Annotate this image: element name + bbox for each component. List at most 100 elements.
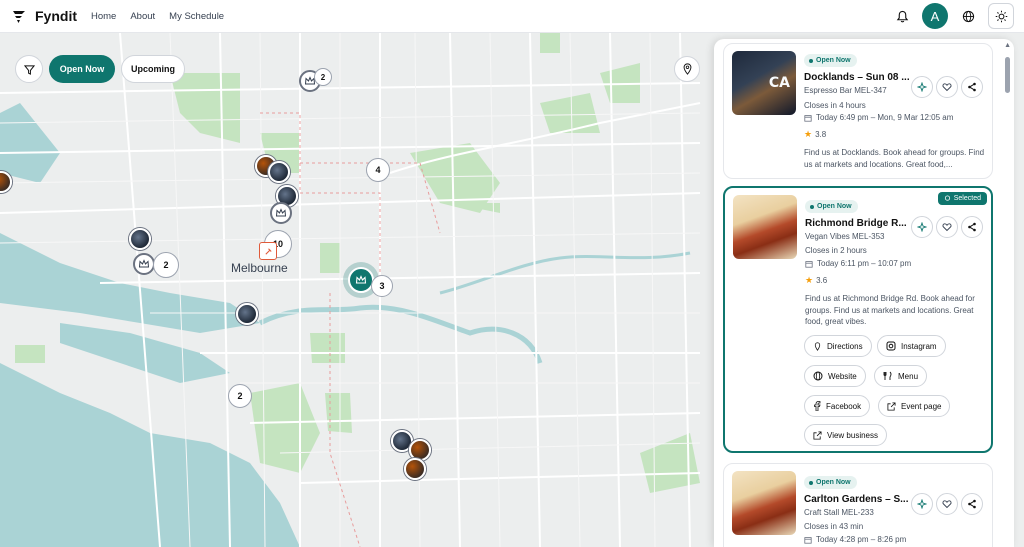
time-range: Today 6:49 pm – Mon, 9 Mar 12:05 am xyxy=(804,113,953,122)
rating: ★ 3.6 xyxy=(805,275,828,285)
utensils-icon xyxy=(883,371,892,380)
heart-icon xyxy=(942,500,952,509)
instagram-button[interactable]: Instagram xyxy=(877,335,946,357)
venue-title[interactable]: Carlton Gardens – S... xyxy=(804,494,908,505)
share-icon xyxy=(968,499,976,509)
event-pin-icon[interactable] xyxy=(259,242,277,260)
star-icon: ★ xyxy=(805,275,814,285)
cluster-marker[interactable]: 2 xyxy=(153,252,179,278)
event-page-button[interactable]: Event page xyxy=(878,395,951,417)
venue-title[interactable]: Docklands – Sun 08 ... xyxy=(804,72,910,83)
venue-subtitle: Craft Stall MEL-233 xyxy=(804,508,874,517)
scroll-up-icon[interactable]: ▲ xyxy=(1004,42,1011,49)
venue-description: Find us at Richmond Bridge Rd. Book ahea… xyxy=(805,294,975,326)
brand-logo[interactable]: Fyndit xyxy=(11,8,77,24)
favorite-button[interactable] xyxy=(936,493,958,515)
venue-photo-marker[interactable] xyxy=(268,161,290,183)
brand-name: Fyndit xyxy=(35,8,77,24)
venue-thumbnail[interactable] xyxy=(732,471,796,535)
theme-toggle-button[interactable] xyxy=(988,3,1014,29)
venue-photo-marker[interactable] xyxy=(236,303,258,325)
favorite-button[interactable] xyxy=(936,76,958,98)
map-pin-icon[interactable] xyxy=(674,56,700,82)
venue-subtitle: Vegan Vibes MEL-353 xyxy=(805,232,885,241)
status-badge: Open Now xyxy=(804,54,857,67)
main-nav: Home About My Schedule xyxy=(91,11,224,22)
heart-icon xyxy=(942,83,952,92)
closes-in: Closes in 43 min xyxy=(804,522,864,531)
sparkle-icon xyxy=(917,82,927,92)
venue-thumbnail[interactable] xyxy=(733,195,797,259)
sparkle-icon xyxy=(917,222,927,232)
selected-badge: Selected xyxy=(937,192,987,205)
closes-in: Closes in 4 hours xyxy=(804,101,866,110)
status-badge: Open Now xyxy=(805,200,858,213)
map-pin-icon xyxy=(814,341,821,351)
external-link-icon xyxy=(887,401,896,411)
calendar-icon xyxy=(804,114,812,122)
crown-icon xyxy=(348,267,374,293)
globe-icon[interactable] xyxy=(956,4,980,28)
calendar-icon xyxy=(804,536,812,544)
results-panel[interactable]: ▲ Open Now Docklands – Sun 08 ... Espres… xyxy=(714,39,1014,547)
open-now-toggle[interactable]: Open Now xyxy=(49,55,115,83)
rating: ★ 3.8 xyxy=(804,129,827,139)
star-icon: ★ xyxy=(804,129,813,139)
venue-card-selected[interactable]: Selected Open Now Richmond Bridge R... V… xyxy=(723,186,993,453)
time-range: Today 4:28 pm – 8:26 pm xyxy=(804,535,906,544)
city-label: Melbourne xyxy=(231,261,288,275)
share-button[interactable] xyxy=(961,493,983,515)
nav-home[interactable]: Home xyxy=(91,11,116,22)
sparkle-icon xyxy=(917,499,927,509)
venue-description: Find us at Docklands. Book ahead for gro… xyxy=(804,148,985,169)
heart-icon xyxy=(942,223,952,232)
venue-photo-marker[interactable] xyxy=(404,458,426,480)
top-navbar: Fyndit Home About My Schedule A xyxy=(0,0,1024,33)
venue-card[interactable]: Open Now Carlton Gardens – S... Craft St… xyxy=(723,463,993,547)
globe-icon xyxy=(813,371,823,381)
fyndit-logo-icon xyxy=(13,11,25,23)
bell-icon[interactable] xyxy=(890,4,914,28)
share-icon xyxy=(968,82,976,92)
scrollbar-thumb[interactable] xyxy=(1005,57,1010,93)
status-badge: Open Now xyxy=(804,476,857,489)
crown-marker-icon[interactable] xyxy=(133,253,155,275)
view-business-button[interactable]: View business xyxy=(804,424,887,446)
calendar-icon xyxy=(805,260,813,268)
facebook-button[interactable]: Facebook xyxy=(804,395,871,417)
venue-title[interactable]: Richmond Bridge R... xyxy=(805,218,907,229)
pin-icon xyxy=(944,195,950,201)
filter-icon xyxy=(23,64,35,75)
header-actions: A xyxy=(890,3,1014,29)
menu-button[interactable]: Menu xyxy=(874,365,928,387)
instagram-icon xyxy=(886,341,896,351)
venue-thumbnail[interactable] xyxy=(732,51,796,115)
directions-button[interactable]: Directions xyxy=(804,335,872,357)
website-button[interactable]: Website xyxy=(804,365,866,387)
avatar[interactable]: A xyxy=(922,3,948,29)
venue-subtitle: Espresso Bar MEL-347 xyxy=(804,86,887,95)
cluster-marker[interactable]: 2 xyxy=(228,384,252,408)
venue-card[interactable]: Open Now Docklands – Sun 08 ... Espresso… xyxy=(723,43,993,179)
ai-sparkle-button[interactable] xyxy=(911,493,933,515)
share-button[interactable] xyxy=(961,76,983,98)
external-link-icon xyxy=(813,430,822,440)
ai-sparkle-button[interactable] xyxy=(911,216,933,238)
upcoming-toggle[interactable]: Upcoming xyxy=(121,55,185,83)
venue-photo-marker[interactable] xyxy=(129,228,151,250)
nav-about[interactable]: About xyxy=(130,11,155,22)
cluster-marker[interactable]: 3 xyxy=(371,275,393,297)
share-icon xyxy=(968,222,976,232)
share-button[interactable] xyxy=(961,216,983,238)
favorite-button[interactable] xyxy=(936,216,958,238)
sun-icon xyxy=(995,10,1007,22)
crown-marker-icon[interactable] xyxy=(270,202,292,224)
cluster-marker[interactable]: 4 xyxy=(366,158,390,182)
filter-button[interactable] xyxy=(15,55,43,83)
time-range: Today 6:11 pm – 10:07 pm xyxy=(805,259,911,268)
facebook-icon xyxy=(814,401,821,411)
closes-in: Closes in 2 hours xyxy=(805,246,867,255)
cluster-marker[interactable]: 2 xyxy=(314,68,332,86)
ai-sparkle-button[interactable] xyxy=(911,76,933,98)
nav-my-schedule[interactable]: My Schedule xyxy=(169,11,224,22)
